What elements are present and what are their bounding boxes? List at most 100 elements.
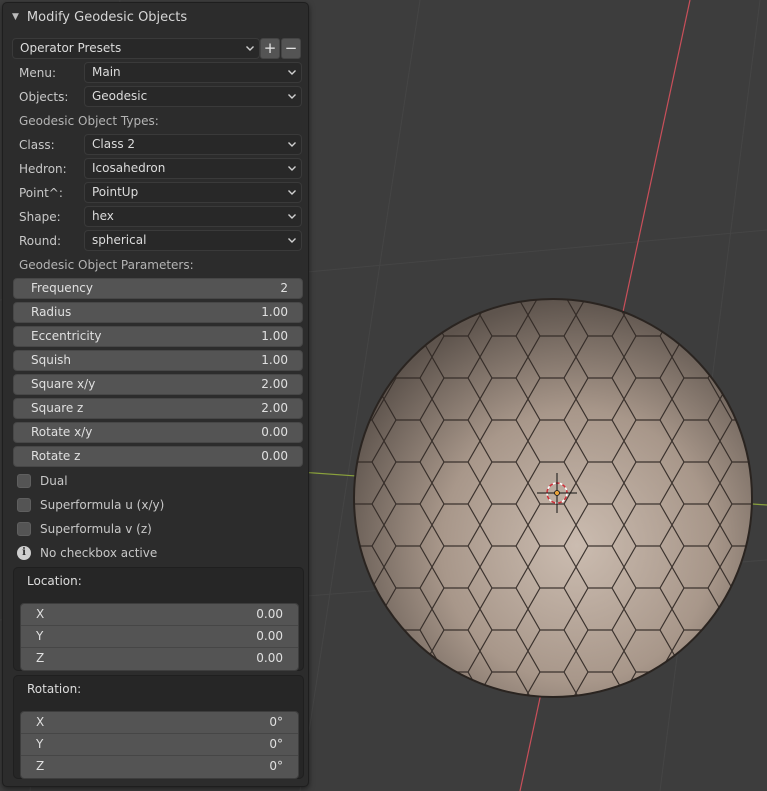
superformula-v-checkbox-row[interactable]: Superformula v (z) xyxy=(17,519,152,539)
hedron-value: Icosahedron xyxy=(92,161,166,175)
info-icon: i xyxy=(17,546,31,560)
squish-label: Squish xyxy=(31,353,72,367)
class-row: Class: Class 2 xyxy=(3,134,308,156)
rotate-z-label: Rotate z xyxy=(31,449,81,463)
info-row: i No checkbox active xyxy=(17,543,157,563)
superformula-v-checkbox[interactable] xyxy=(17,522,31,536)
frequency-label: Frequency xyxy=(31,281,93,295)
square-xy-field[interactable]: Square x/y 2.00 xyxy=(13,374,303,395)
class-label: Class: xyxy=(19,138,55,152)
add-preset-button[interactable]: + xyxy=(260,38,280,59)
point-label: Point^: xyxy=(19,186,63,200)
dual-checkbox-row[interactable]: Dual xyxy=(17,471,68,491)
radius-label: Radius xyxy=(31,305,72,319)
params-section-label: Geodesic Object Parameters: xyxy=(19,258,194,272)
round-label: Round: xyxy=(19,234,62,248)
rotation-y-label: Y xyxy=(36,737,44,751)
rotation-z-value: 0° xyxy=(269,759,283,773)
class-dropdown[interactable]: Class 2 xyxy=(84,134,302,155)
menu-row: Menu: Main xyxy=(3,62,308,84)
round-value: spherical xyxy=(92,233,147,247)
shape-dropdown[interactable]: hex xyxy=(84,206,302,227)
menu-dropdown[interactable]: Main xyxy=(84,62,302,83)
radius-value: 1.00 xyxy=(261,305,288,319)
superformula-u-label: Superformula u (x/y) xyxy=(40,498,165,512)
rotation-z-field[interactable]: Z 0° xyxy=(21,756,298,778)
superformula-u-checkbox[interactable] xyxy=(17,498,31,512)
eccentricity-value: 1.00 xyxy=(261,329,288,343)
location-vector: X 0.00 Y 0.00 Z 0.00 xyxy=(20,603,299,671)
operator-presets-dropdown[interactable]: Operator Presets xyxy=(12,38,260,59)
panel-title: Modify Geodesic Objects xyxy=(26,9,188,25)
rotate-xy-value: 0.00 xyxy=(261,425,288,439)
menu-value: Main xyxy=(92,65,121,79)
eccentricity-label: Eccentricity xyxy=(31,329,102,343)
point-dropdown[interactable]: PointUp xyxy=(84,182,302,203)
location-z-field[interactable]: Z 0.00 xyxy=(21,648,298,670)
chevron-down-icon xyxy=(246,46,254,51)
shape-row: Shape: hex xyxy=(3,206,308,228)
hedron-row: Hedron: Icosahedron xyxy=(3,158,308,180)
location-z-label: Z xyxy=(36,651,45,665)
dual-checkbox[interactable] xyxy=(17,474,31,488)
rotate-z-value: 0.00 xyxy=(261,449,288,463)
objects-row: Objects: Geodesic xyxy=(3,86,308,108)
square-z-field[interactable]: Square z 2.00 xyxy=(13,398,303,419)
location-z-value: 0.00 xyxy=(256,651,283,665)
menu-label: Menu: xyxy=(19,66,56,80)
squish-field[interactable]: Squish 1.00 xyxy=(13,350,303,371)
chevron-down-icon xyxy=(288,190,296,195)
rotate-z-field[interactable]: Rotate z 0.00 xyxy=(13,446,303,467)
rotation-y-value: 0° xyxy=(269,737,283,751)
rotate-xy-label: Rotate x/y xyxy=(31,425,93,439)
objects-label: Objects: xyxy=(19,90,69,104)
chevron-down-icon xyxy=(288,142,296,147)
class-value: Class 2 xyxy=(92,137,136,151)
objects-value: Geodesic xyxy=(92,89,148,103)
point-row: Point^: PointUp xyxy=(3,182,308,204)
chevron-down-icon xyxy=(288,70,296,75)
location-y-field[interactable]: Y 0.00 xyxy=(21,626,298,648)
superformula-v-label: Superformula v (z) xyxy=(40,522,152,536)
shape-value: hex xyxy=(92,209,114,223)
collapse-triangle-icon[interactable]: ▼ xyxy=(12,12,19,22)
shape-label: Shape: xyxy=(19,210,61,224)
hedron-dropdown[interactable]: Icosahedron xyxy=(84,158,302,179)
rotation-y-field[interactable]: Y 0° xyxy=(21,734,298,756)
rotate-xy-field[interactable]: Rotate x/y 0.00 xyxy=(13,422,303,443)
location-box: Location: X 0.00 Y 0.00 Z 0.00 xyxy=(13,567,304,671)
location-y-label: Y xyxy=(36,629,44,643)
frequency-field[interactable]: Frequency 2 xyxy=(13,278,303,299)
remove-preset-button[interactable]: − xyxy=(281,38,301,59)
location-x-field[interactable]: X 0.00 xyxy=(21,604,298,626)
rotation-x-label: X xyxy=(36,715,45,729)
round-dropdown[interactable]: spherical xyxy=(84,230,302,251)
rotation-x-field[interactable]: X 0° xyxy=(21,712,298,734)
hedron-label: Hedron: xyxy=(19,162,67,176)
rotation-vector: X 0° Y 0° Z 0° xyxy=(20,711,299,779)
square-z-value: 2.00 xyxy=(261,401,288,415)
operator-presets-label: Operator Presets xyxy=(20,41,122,55)
radius-field[interactable]: Radius 1.00 xyxy=(13,302,303,323)
objects-dropdown[interactable]: Geodesic xyxy=(84,86,302,107)
square-xy-value: 2.00 xyxy=(261,377,288,391)
square-z-label: Square z xyxy=(31,401,84,415)
location-title: Location: xyxy=(27,574,82,588)
squish-value: 1.00 xyxy=(261,353,288,367)
point-value: PointUp xyxy=(92,185,139,199)
rotation-title: Rotation: xyxy=(27,682,82,696)
frequency-value: 2 xyxy=(280,281,288,295)
panel-header[interactable]: ▼ Modify Geodesic Objects xyxy=(3,3,308,31)
location-y-value: 0.00 xyxy=(256,629,283,643)
info-text: No checkbox active xyxy=(40,546,158,560)
presets-row: Operator Presets + − xyxy=(3,38,308,60)
rotation-x-value: 0° xyxy=(269,715,283,729)
round-row: Round: spherical xyxy=(3,230,308,252)
eccentricity-field[interactable]: Eccentricity 1.00 xyxy=(13,326,303,347)
location-x-value: 0.00 xyxy=(256,607,283,621)
location-x-label: X xyxy=(36,607,45,621)
chevron-down-icon xyxy=(288,166,296,171)
superformula-u-checkbox-row[interactable]: Superformula u (x/y) xyxy=(17,495,164,515)
chevron-down-icon xyxy=(288,238,296,243)
chevron-down-icon xyxy=(288,214,296,219)
